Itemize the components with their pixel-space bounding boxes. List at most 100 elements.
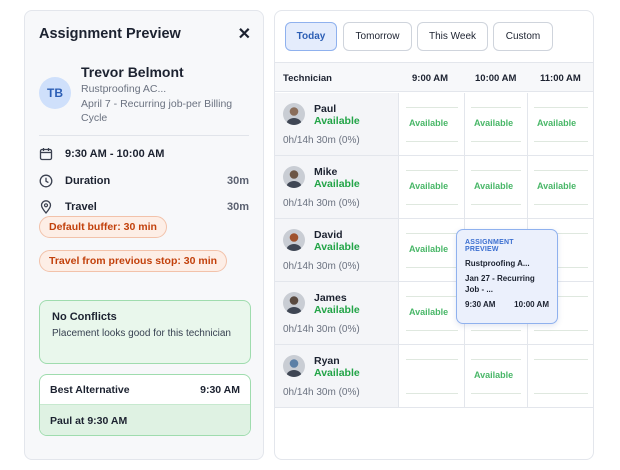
slot-available-label[interactable]: Available — [409, 118, 448, 128]
conflict-status-box: No Conflicts Placement looks good for th… — [39, 300, 251, 364]
time-slot[interactable]: Available — [465, 93, 528, 155]
tab-this-week[interactable]: This Week — [417, 22, 488, 51]
best-alternative-header: Best Alternative 9:30 AM — [40, 375, 250, 404]
travel-row: Travel 30m — [39, 198, 249, 216]
best-alternative-option[interactable]: Paul at 9:30 AM — [40, 404, 250, 435]
slot-available-label[interactable]: Available — [474, 181, 513, 191]
client-company: Rustproofing AC... — [81, 83, 167, 95]
technician-info: Paul Available 0h/14h 30m (0%) — [275, 93, 399, 155]
technician-hours: 0h/14h 30m (0%) — [283, 324, 360, 335]
slot-divider — [406, 107, 458, 108]
avatar — [283, 355, 305, 377]
time-slot[interactable]: Available — [400, 156, 465, 218]
slot-divider — [406, 296, 458, 297]
client-name: Trevor Belmont — [81, 64, 184, 80]
technician-name: David — [314, 229, 343, 241]
slot-divider — [406, 170, 458, 171]
assignment-preview-card[interactable]: ASSIGNMENT PREVIEW Rustproofing A... Jan… — [456, 229, 558, 324]
time-range: 9:30 AM - 10:00 AM — [65, 148, 165, 160]
preview-card-job: Jan 27 - Recurring Job - ... — [465, 274, 535, 294]
travel-value: 30m — [226, 201, 249, 213]
slot-available-label[interactable]: Available — [537, 181, 576, 191]
technician-name: James — [314, 292, 347, 304]
technician-row: Ryan Available 0h/14h 30m (0%) Available — [275, 345, 593, 408]
time-slot[interactable] — [400, 345, 465, 407]
schedule-grid-header: Technician 9:00 AM 10:00 AM 11:00 AM — [275, 62, 593, 92]
preview-card-times: 9:30 AM 10:00 AM — [465, 300, 549, 309]
technician-status: Available — [314, 115, 360, 127]
best-alternative-title: Best Alternative — [50, 383, 130, 396]
time-slot[interactable]: Available — [465, 345, 528, 407]
time-slot[interactable]: Available — [465, 156, 528, 218]
slot-available-label[interactable]: Available — [537, 118, 576, 128]
assignment-preview-panel: Assignment Preview ✕ TB Trevor Belmont R… — [24, 10, 264, 460]
technician-info: James Available 0h/14h 30m (0%) — [275, 282, 399, 344]
time-slot[interactable] — [528, 345, 593, 407]
schedule-panel: Today Tomorrow This Week Custom Technici… — [274, 10, 594, 460]
buffer-tag: Default buffer: 30 min — [39, 216, 167, 238]
slot-available-label[interactable]: Available — [409, 244, 448, 254]
client-job: April 7 - Recurring job-per Billing Cycl… — [81, 98, 233, 124]
tab-custom[interactable]: Custom — [493, 22, 553, 51]
slot-divider — [534, 204, 588, 205]
technician-hours: 0h/14h 30m (0%) — [283, 261, 360, 272]
avatar — [283, 103, 305, 125]
technician-status: Available — [314, 178, 360, 190]
best-alternative-box: Best Alternative 9:30 AM Paul at 9:30 AM — [39, 374, 251, 436]
slot-divider — [406, 393, 458, 394]
slot-divider — [471, 359, 521, 360]
location-pin-icon — [40, 200, 52, 214]
time-range-row: 9:30 AM - 10:00 AM — [39, 145, 249, 163]
avatar — [283, 229, 305, 251]
technician-hours: 0h/14h 30m (0%) — [283, 135, 360, 146]
preview-card-title: ASSIGNMENT PREVIEW — [465, 239, 514, 253]
slot-divider — [406, 233, 458, 234]
slot-available-label[interactable]: Available — [474, 370, 513, 380]
technician-row: Mike Available 0h/14h 30m (0%) Available Ava… — [275, 156, 593, 219]
tab-tomorrow[interactable]: Tomorrow — [343, 22, 412, 51]
conflict-title: No Conflicts — [52, 311, 117, 323]
slot-available-label[interactable]: Available — [474, 118, 513, 128]
slot-divider — [406, 204, 458, 205]
column-9am: 9:00 AM — [412, 72, 449, 84]
technician-info: Ryan Available 0h/14h 30m (0%) — [275, 345, 399, 407]
preview-card-start: 9:30 AM — [465, 300, 496, 309]
best-alternative-time: 9:30 AM — [200, 383, 240, 396]
time-slot[interactable]: Available — [528, 93, 593, 155]
slot-divider — [406, 267, 458, 268]
slot-available-label[interactable]: Available — [409, 181, 448, 191]
slot-divider — [471, 170, 521, 171]
panel-title: Assignment Preview — [39, 26, 181, 42]
client-avatar: TB — [39, 77, 71, 109]
slot-divider — [534, 107, 588, 108]
clock-icon — [39, 174, 53, 188]
avatar — [283, 292, 305, 314]
technician-row: Paul Available 0h/14h 30m (0%) Available Ava… — [275, 93, 593, 156]
calendar-icon — [39, 148, 53, 161]
technician-name: Ryan — [314, 355, 340, 367]
slot-divider — [406, 359, 458, 360]
slot-divider — [534, 141, 588, 142]
technician-status: Available — [314, 367, 360, 379]
time-slot[interactable]: Available — [400, 93, 465, 155]
column-technician: Technician — [283, 72, 332, 84]
divider — [39, 135, 249, 136]
slot-divider — [534, 393, 588, 394]
preview-card-end: 10:00 AM — [514, 300, 549, 309]
travel-label: Travel — [65, 201, 97, 213]
column-11am: 11:00 AM — [540, 72, 581, 84]
preview-card-company: Rustproofing A... — [465, 259, 530, 268]
slot-divider — [471, 393, 521, 394]
close-icon[interactable]: ✕ — [238, 24, 251, 44]
technician-status: Available — [314, 241, 360, 253]
slot-divider — [534, 330, 588, 331]
technician-hours: 0h/14h 30m (0%) — [283, 198, 360, 209]
time-slot[interactable]: Available — [528, 156, 593, 218]
technician-info: David Available 0h/14h 30m (0%) — [275, 219, 399, 281]
slot-available-label[interactable]: Available — [409, 307, 448, 317]
technician-hours: 0h/14h 30m (0%) — [283, 387, 360, 398]
tab-today[interactable]: Today — [285, 22, 337, 51]
conflict-description: Placement looks good for this technician — [52, 328, 231, 339]
slot-divider — [471, 107, 521, 108]
travel-tag: Travel from previous stop: 30 min — [39, 250, 228, 272]
